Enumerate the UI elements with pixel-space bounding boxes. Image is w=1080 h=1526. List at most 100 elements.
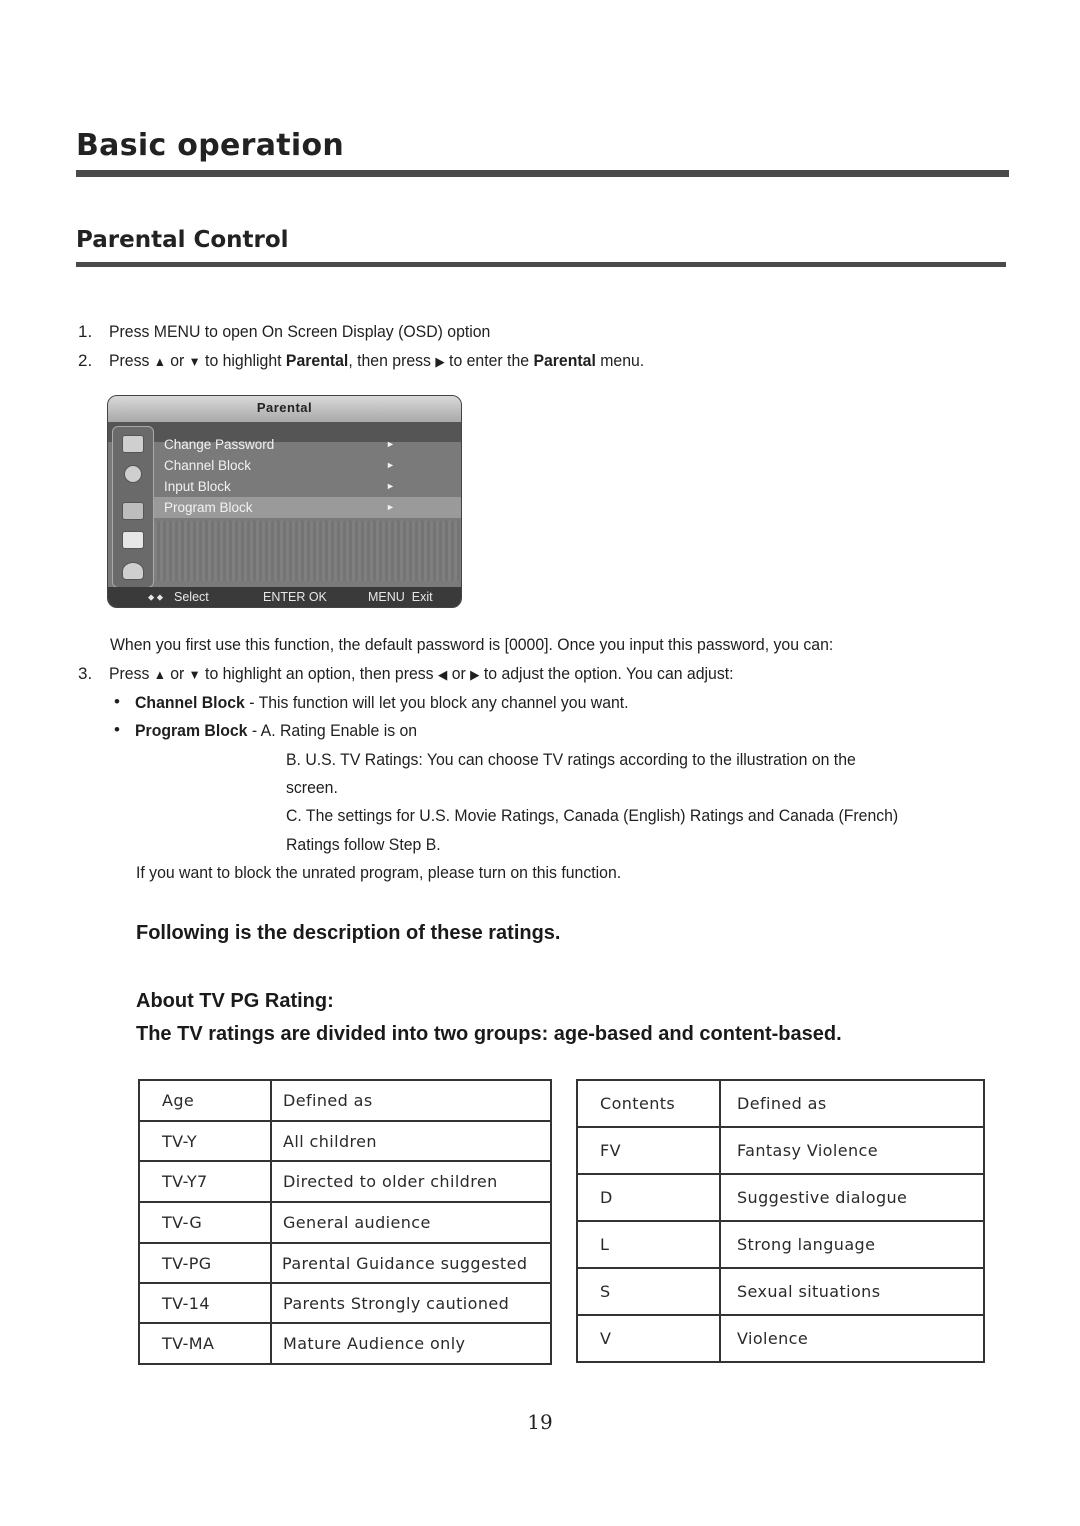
chevron-right-icon: ► bbox=[386, 481, 395, 491]
table-header-cell: Defined as bbox=[719, 1079, 985, 1128]
osd-item-label: Channel Block bbox=[164, 458, 252, 473]
osd-menu-list: Change Password ► Channel Block ► Input … bbox=[154, 434, 461, 518]
rating-definition: Parents Strongly cautioned bbox=[270, 1282, 552, 1324]
step-text: to highlight bbox=[205, 351, 282, 370]
rating-code: TV-PG bbox=[138, 1242, 272, 1284]
osd-item-input-block[interactable]: Input Block ► bbox=[154, 476, 461, 497]
section-title: Basic operation bbox=[76, 128, 345, 163]
table-row: TV-Y7 Directed to older children bbox=[138, 1160, 552, 1203]
left-arrow-icon: ◀ bbox=[437, 667, 448, 682]
chevron-right-icon: ► bbox=[386, 502, 395, 512]
osd-parental-menu: Parental Change Password ► Channel Block… bbox=[107, 395, 462, 608]
bullet-program-block: Program Block - A. Rating Enable is on bbox=[135, 721, 417, 741]
step-text: , then press bbox=[348, 351, 431, 370]
up-arrow-icon: ▲ bbox=[153, 667, 166, 682]
sound-icon[interactable] bbox=[124, 465, 142, 483]
section-divider bbox=[76, 170, 1009, 177]
up-arrow-icon: ▲ bbox=[153, 354, 166, 369]
osd-item-label: Input Block bbox=[164, 479, 231, 494]
content-code: FV bbox=[576, 1126, 721, 1175]
content-rating-table: Contents Defined as FV Fantasy Violence … bbox=[576, 1079, 985, 1363]
program-block-step-b: B. U.S. TV Ratings: You can choose TV ra… bbox=[286, 750, 856, 769]
step-number: 2. bbox=[78, 351, 93, 370]
program-block-step-b-cont: screen. bbox=[286, 778, 338, 797]
down-arrow-icon: ▼ bbox=[188, 667, 201, 682]
table-row: V Violence bbox=[576, 1314, 985, 1363]
bullet-label: Channel Block bbox=[135, 693, 245, 712]
subsection-title: Parental Control bbox=[76, 227, 289, 253]
step-text: or bbox=[170, 664, 185, 683]
step-text: Press bbox=[109, 351, 150, 370]
osd-footer: ⬥ ⬥ Select ENTER OK MENU Exit bbox=[108, 587, 461, 607]
rating-code: TV-Y7 bbox=[138, 1160, 272, 1203]
content-definition: Fantasy Violence bbox=[719, 1126, 985, 1175]
table-row: S Sexual situations bbox=[576, 1267, 985, 1316]
osd-menu-hint: MENU Exit bbox=[368, 590, 433, 604]
table-row: TV-MA Mature Audience only bbox=[138, 1322, 552, 1365]
rating-code: TV-G bbox=[138, 1201, 272, 1244]
content-code: L bbox=[576, 1220, 721, 1269]
content-definition: Violence bbox=[719, 1314, 985, 1363]
step-1-text: Press MENU to open On Screen Display (OS… bbox=[109, 322, 491, 341]
osd-item-label: Change Password bbox=[164, 437, 275, 452]
rating-code: TV-MA bbox=[138, 1322, 272, 1365]
osd-item-label: Program Block bbox=[164, 500, 253, 515]
osd-item-change-password[interactable]: Change Password ► bbox=[154, 434, 461, 455]
table-header-row: Age Defined as bbox=[138, 1079, 552, 1122]
content-code: V bbox=[576, 1314, 721, 1363]
step-number: 3. bbox=[78, 664, 93, 683]
osd-background-pattern bbox=[154, 521, 461, 581]
rating-code: TV-14 bbox=[138, 1282, 272, 1324]
program-block-step-c-cont: Ratings follow Step B. bbox=[286, 835, 441, 854]
bullet-channel-block: Channel Block - This function will let y… bbox=[135, 693, 629, 713]
content-definition: Strong language bbox=[719, 1220, 985, 1269]
step-text: or bbox=[451, 664, 466, 683]
table-row: TV-Y All children bbox=[138, 1120, 552, 1162]
bullet-label: Program Block bbox=[135, 721, 248, 740]
rating-definition: Directed to older children bbox=[270, 1160, 552, 1203]
parental-keyword: Parental bbox=[285, 351, 349, 370]
chevron-right-icon: ► bbox=[386, 439, 395, 449]
rating-code: TV-Y bbox=[138, 1120, 272, 1162]
step-3-text: Press ▲ or ▼ to highlight an option, the… bbox=[109, 664, 734, 684]
page-number: 19 bbox=[527, 1410, 553, 1434]
age-rating-table: Age Defined as TV-Y All children TV-Y7 D… bbox=[138, 1079, 552, 1365]
rating-definition: Mature Audience only bbox=[270, 1322, 552, 1365]
program-block-step-c: C. The settings for U.S. Movie Ratings, … bbox=[286, 806, 899, 825]
table-row: FV Fantasy Violence bbox=[576, 1126, 985, 1175]
rating-definition: All children bbox=[270, 1120, 552, 1162]
table-row: L Strong language bbox=[576, 1220, 985, 1269]
step-text: to highlight an option, then press bbox=[205, 664, 434, 683]
content-code: S bbox=[576, 1267, 721, 1316]
bullet-text: - A. Rating Enable is on bbox=[247, 721, 418, 740]
password-note: When you first use this function, the de… bbox=[110, 635, 834, 654]
picture-icon[interactable] bbox=[122, 435, 144, 453]
table-row: TV-14 Parents Strongly cautioned bbox=[138, 1282, 552, 1324]
osd-enter-hint: ENTER OK bbox=[263, 590, 327, 604]
right-arrow-icon: ▶ bbox=[435, 354, 445, 369]
setup-icon[interactable] bbox=[122, 502, 144, 520]
osd-title: Parental bbox=[108, 396, 461, 422]
bullet-dot: • bbox=[114, 720, 120, 739]
right-arrow-icon: ▶ bbox=[470, 667, 480, 682]
osd-item-program-block[interactable]: Program Block ► bbox=[154, 497, 461, 518]
step-text: Press bbox=[109, 664, 150, 683]
rating-groups-line: The TV ratings are divided into two grou… bbox=[136, 1023, 842, 1045]
rating-definition: General audience bbox=[270, 1201, 552, 1244]
osd-item-channel-block[interactable]: Channel Block ► bbox=[154, 455, 461, 476]
down-arrow-icon: ▼ bbox=[188, 354, 201, 369]
bullet-text: - This function will let you block any c… bbox=[244, 693, 629, 712]
step-number: 1. bbox=[78, 322, 93, 341]
about-tv-pg-title: About TV PG Rating: bbox=[136, 990, 334, 1012]
step-text: to enter the bbox=[449, 351, 530, 370]
parental-lock-icon[interactable] bbox=[122, 531, 144, 549]
content-definition: Suggestive dialogue bbox=[719, 1173, 985, 1222]
step-2-text: Press ▲ or ▼ to highlight Parental, then… bbox=[109, 351, 644, 371]
bullet-dot: • bbox=[114, 692, 120, 711]
step-text: menu. bbox=[600, 351, 645, 370]
table-header-cell: Age bbox=[138, 1079, 272, 1122]
table-row: D Suggestive dialogue bbox=[576, 1173, 985, 1222]
parental-keyword: Parental bbox=[533, 351, 596, 370]
step-text: or bbox=[170, 351, 185, 370]
channel-dish-icon[interactable] bbox=[122, 562, 144, 580]
